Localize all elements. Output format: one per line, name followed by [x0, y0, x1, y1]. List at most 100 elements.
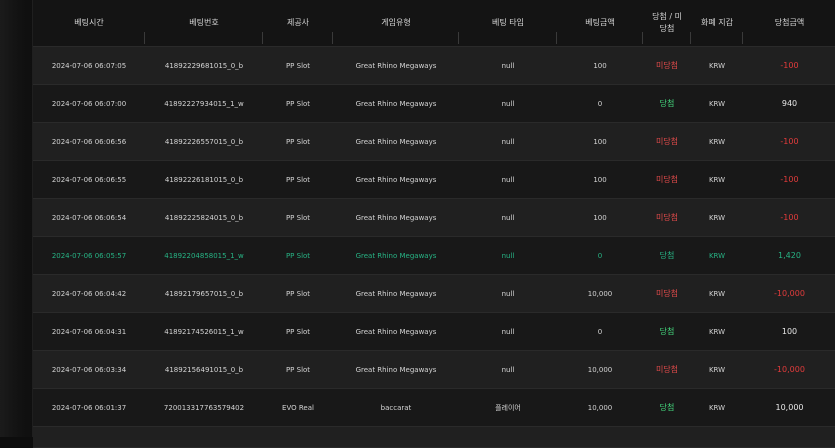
bet-amount-cell: 100 [557, 46, 643, 85]
win-status-cell: 당첨 [643, 236, 691, 275]
empty-cell [263, 426, 333, 448]
win-amount-cell: 940 [743, 84, 835, 123]
bet-type-cell: null [459, 160, 557, 199]
provider-cell: PP Slot [263, 122, 333, 161]
column-header-label: 화폐 지갑 [701, 18, 733, 27]
bet-number-cell: 41892204858015_1_w [145, 236, 263, 275]
column-header-label: 제공사 [286, 18, 310, 27]
bet-number-cell: 41892229681015_0_b [145, 46, 263, 85]
bet-time-cell: 2024-07-06 06:06:55 [33, 160, 145, 199]
table-row[interactable]: 2024-07-06 06:07:00 41892227934015_1_w PP … [33, 84, 835, 123]
table-row-partial [33, 426, 835, 448]
game-type-cell: Great Rhino Megaways [333, 160, 459, 199]
table-row[interactable]: 2024-07-06 06:04:42 41892179657015_0_b PP … [33, 274, 835, 313]
bet-number-cell: 41892179657015_0_b [145, 274, 263, 313]
bet-type-cell: null [459, 46, 557, 85]
win-amount-cell: -100 [743, 122, 835, 161]
currency-wallet-cell: KRW [691, 198, 743, 237]
bet-amount-cell: 100 [557, 198, 643, 237]
table-row[interactable]: 2024-07-06 06:06:54 41892225824015_0_b PP … [33, 198, 835, 237]
bet-number-cell: 41892226181015_0_b [145, 160, 263, 199]
column-header: 베팅번호 [145, 0, 263, 47]
provider-cell: PP Slot [263, 312, 333, 351]
bet-time-cell: 2024-07-06 06:03:34 [33, 350, 145, 389]
empty-cell [557, 426, 643, 448]
table-row[interactable]: 2024-07-06 06:01:37 720013317763579402 EVO… [33, 388, 835, 427]
win-status-cell: 미당첨 [643, 46, 691, 85]
currency-wallet-cell: KRW [691, 236, 743, 275]
bet-number-cell: 41892226557015_0_b [145, 122, 263, 161]
provider-cell: EVO Real [263, 388, 333, 427]
win-status-cell: 당첨 [643, 84, 691, 123]
table-body: 2024-07-06 06:07:05 41892229681015_0_b PP … [33, 46, 835, 448]
bet-type-cell: 플레이어 [459, 388, 557, 427]
betting-history-table: 베팅시간 베팅번호 제공사 게임유형 베팅 타입 베팅금액 당첨 / 미당첨 화폐 지갑 당첨금… [33, 0, 835, 448]
bet-type-cell: null [459, 122, 557, 161]
table-row[interactable]: 2024-07-06 06:06:56 41892226557015_0_b PP … [33, 122, 835, 161]
column-header-label: 베팅 타입 [492, 18, 524, 27]
column-header: 게임유형 [333, 0, 459, 47]
currency-wallet-cell: KRW [691, 46, 743, 85]
empty-cell [643, 426, 691, 448]
bet-time-cell: 2024-07-06 06:04:42 [33, 274, 145, 313]
game-type-cell: Great Rhino Megaways [333, 46, 459, 85]
bet-type-cell: null [459, 84, 557, 123]
bet-amount-cell: 100 [557, 160, 643, 199]
provider-cell: PP Slot [263, 160, 333, 199]
empty-cell [743, 426, 835, 448]
bet-number-cell: 41892174526015_1_w [145, 312, 263, 351]
empty-cell [333, 426, 459, 448]
bet-time-cell: 2024-07-06 06:07:05 [33, 46, 145, 85]
provider-cell: PP Slot [263, 350, 333, 389]
bet-time-cell: 2024-07-06 06:06:56 [33, 122, 145, 161]
win-amount-cell: 1,420 [743, 236, 835, 275]
column-header-label: 베팅번호 [189, 18, 219, 27]
column-header: 베팅시간 [33, 0, 145, 47]
table-row[interactable]: 2024-07-06 06:03:34 41892156491015_0_b PP … [33, 350, 835, 389]
win-status-cell: 미당첨 [643, 198, 691, 237]
column-header-label: 게임유형 [381, 18, 411, 27]
bet-time-cell: 2024-07-06 06:07:00 [33, 84, 145, 123]
table-header-row: 베팅시간 베팅번호 제공사 게임유형 베팅 타입 베팅금액 당첨 / 미당첨 화폐 지갑 당첨금… [33, 0, 835, 47]
currency-wallet-cell: KRW [691, 122, 743, 161]
game-type-cell: Great Rhino Megaways [333, 312, 459, 351]
win-amount-cell: -100 [743, 46, 835, 85]
win-amount-cell: -10,000 [743, 274, 835, 313]
bet-amount-cell: 0 [557, 84, 643, 123]
bet-time-cell: 2024-07-06 06:01:37 [33, 388, 145, 427]
table-row[interactable]: 2024-07-06 06:07:05 41892229681015_0_b PP … [33, 46, 835, 85]
win-amount-cell: 10,000 [743, 388, 835, 427]
bet-time-cell: 2024-07-06 06:06:54 [33, 198, 145, 237]
bet-number-cell: 41892227934015_1_w [145, 84, 263, 123]
bet-amount-cell: 0 [557, 236, 643, 275]
column-header: 제공사 [263, 0, 333, 47]
game-type-cell: Great Rhino Megaways [333, 122, 459, 161]
bet-amount-cell: 100 [557, 122, 643, 161]
game-type-cell: Great Rhino Megaways [333, 274, 459, 313]
win-status-cell: 미당첨 [643, 350, 691, 389]
bet-time-cell: 2024-07-06 06:05:57 [33, 236, 145, 275]
currency-wallet-cell: KRW [691, 388, 743, 427]
bet-type-cell: null [459, 236, 557, 275]
table-row[interactable]: 2024-07-06 06:05:57 41892204858015_1_w PP … [33, 236, 835, 275]
bet-type-cell: null [459, 350, 557, 389]
win-amount-cell: -100 [743, 160, 835, 199]
table-row[interactable]: 2024-07-06 06:04:31 41892174526015_1_w PP … [33, 312, 835, 351]
win-status-cell: 당첨 [643, 388, 691, 427]
currency-wallet-cell: KRW [691, 312, 743, 351]
win-status-cell: 미당첨 [643, 160, 691, 199]
bet-amount-cell: 10,000 [557, 274, 643, 313]
provider-cell: PP Slot [263, 236, 333, 275]
bet-amount-cell: 10,000 [557, 388, 643, 427]
column-header-label: 베팅시간 [74, 18, 104, 27]
currency-wallet-cell: KRW [691, 84, 743, 123]
table-row[interactable]: 2024-07-06 06:06:55 41892226181015_0_b PP … [33, 160, 835, 199]
empty-cell [691, 426, 743, 448]
game-type-cell: Great Rhino Megaways [333, 236, 459, 275]
empty-cell [145, 426, 263, 448]
betting-history-panel: 베팅시간 베팅번호 제공사 게임유형 베팅 타입 베팅금액 당첨 / 미당첨 화폐 지갑 당첨금… [32, 0, 835, 448]
bet-time-cell: 2024-07-06 06:04:31 [33, 312, 145, 351]
bet-type-cell: null [459, 312, 557, 351]
empty-cell [459, 426, 557, 448]
column-header-label: 당첨 / 미당첨 [652, 12, 682, 33]
